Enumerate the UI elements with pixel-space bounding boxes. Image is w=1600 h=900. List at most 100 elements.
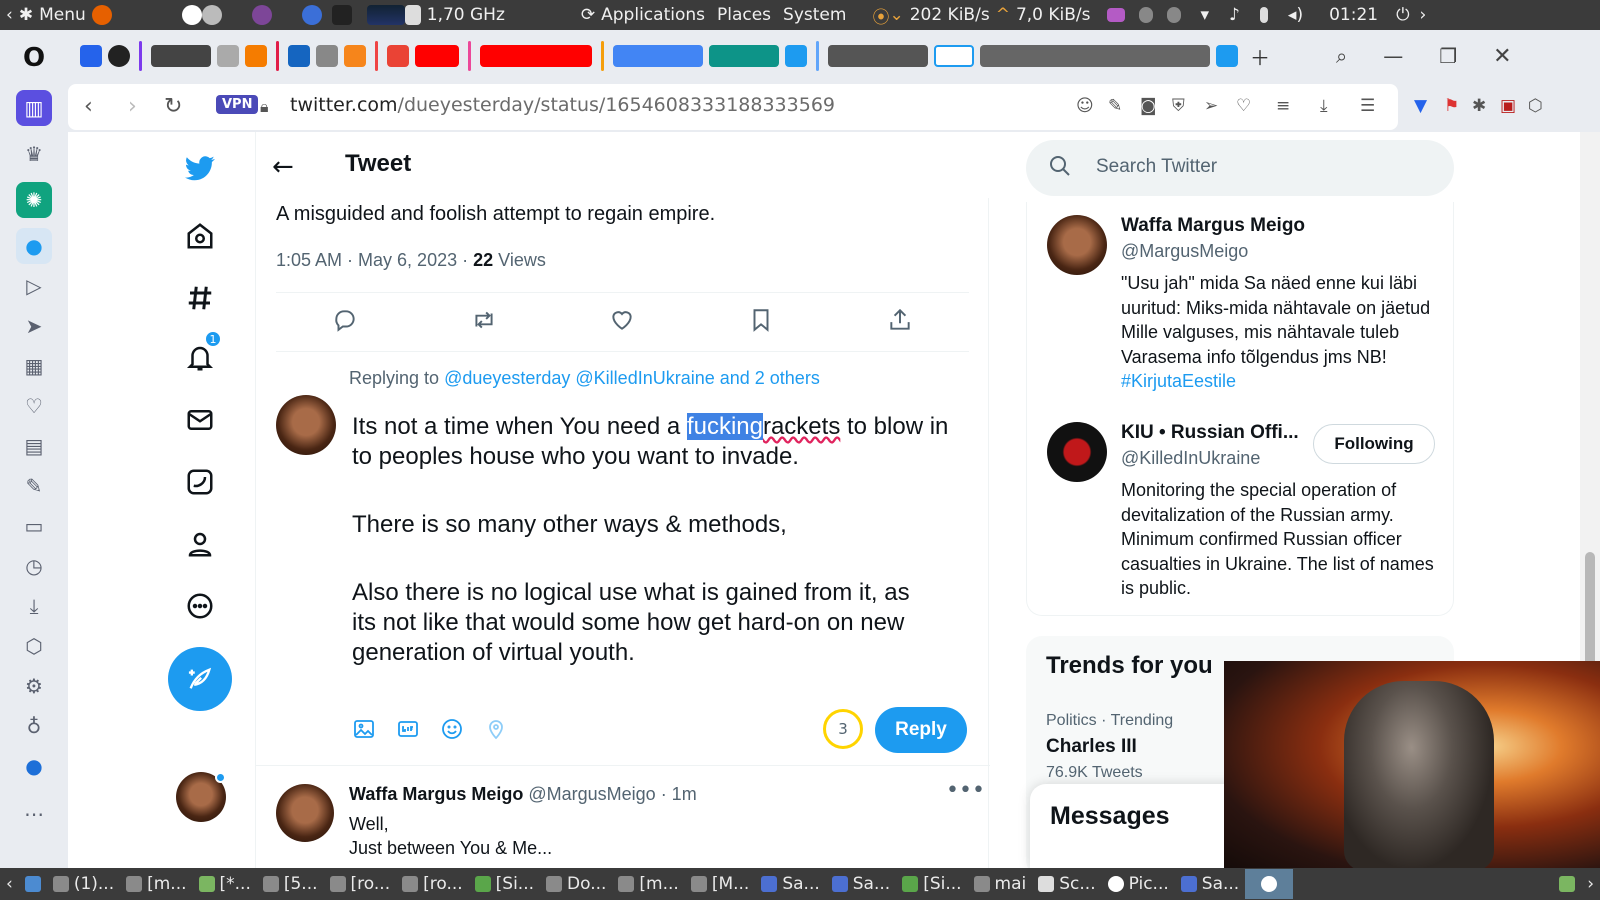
taskbar-item[interactable]: [m... xyxy=(612,869,684,899)
close-window-icon[interactable]: ✕ xyxy=(1493,44,1511,69)
add-location-button[interactable] xyxy=(484,717,508,745)
twitter-sidebar-icon[interactable]: ● xyxy=(16,228,52,264)
taskbar-item[interactable]: [Si... xyxy=(896,869,967,899)
tab-doc-icon[interactable] xyxy=(217,45,239,67)
person-name[interactable]: KIU • Russian Offi... xyxy=(1121,422,1299,444)
person-avatar[interactable] xyxy=(1047,422,1107,482)
tab-misc-icon[interactable] xyxy=(709,45,779,67)
back-arrow-icon[interactable]: ← xyxy=(272,152,294,182)
inkscape-launcher-icon[interactable] xyxy=(181,5,202,25)
tab-vivaldi-icon[interactable] xyxy=(80,45,102,67)
taskbar-item[interactable]: [m... xyxy=(120,869,192,899)
tab-nist-icon[interactable] xyxy=(151,45,211,67)
compose-tweet-button[interactable] xyxy=(168,647,232,711)
send-page-icon[interactable]: ➢ xyxy=(1204,96,1218,116)
forward-nav-icon[interactable]: › xyxy=(128,94,137,119)
messages-mail-icon[interactable] xyxy=(180,400,220,440)
cast-icon[interactable]: ▭ xyxy=(16,508,52,544)
reply-tweet-avatar[interactable] xyxy=(276,784,334,842)
downloads-icon[interactable]: ⤓ xyxy=(16,588,52,624)
tab-active-twitter-icon[interactable] xyxy=(934,45,974,67)
system-menu[interactable]: System xyxy=(777,5,852,25)
tab-github-icon[interactable] xyxy=(108,45,130,67)
twitter-blue-icon[interactable] xyxy=(180,462,220,502)
tab-gmail-icon[interactable] xyxy=(387,45,409,67)
taskbar-item[interactable]: Sc... xyxy=(1032,869,1101,899)
extension-puzzle-icon[interactable]: ✱ xyxy=(1472,96,1486,116)
taskbar-item[interactable]: (1)... xyxy=(47,869,120,899)
tab-google-icon[interactable] xyxy=(613,45,703,67)
reload-icon[interactable]: ↻ xyxy=(164,94,182,119)
tab-misc-icon[interactable] xyxy=(828,45,928,67)
taskbar-item[interactable]: Sa... xyxy=(826,869,896,899)
taskbar-item[interactable]: [Si... xyxy=(469,869,540,899)
easy-setup-icon[interactable]: ☰ xyxy=(1360,96,1375,116)
ai-crown-icon[interactable]: ♛ xyxy=(16,136,52,172)
reply-tweet-time[interactable]: · 1m xyxy=(656,784,697,804)
volume-icon[interactable]: ◂) xyxy=(1288,5,1303,25)
reply-tweet[interactable]: Waffa Margus Meigo @MargusMeigo · 1m •••… xyxy=(256,765,990,868)
person-avatar[interactable] xyxy=(1047,215,1107,275)
taskbar-item-active[interactable] xyxy=(1245,869,1294,899)
draft-misspelled-word[interactable]: rackets xyxy=(763,413,840,440)
chatgpt-icon[interactable]: ✺ xyxy=(16,182,52,218)
emoji-icon[interactable]: ☺ xyxy=(1076,96,1094,116)
tab-twitter-icon[interactable] xyxy=(1216,45,1238,67)
opera-launcher-icon[interactable] xyxy=(301,5,322,25)
opera-logo-icon[interactable]: O xyxy=(16,40,52,76)
notifications-bell-icon[interactable]: 1 xyxy=(180,330,222,378)
like-action[interactable] xyxy=(609,307,635,337)
news-icon[interactable]: ▤ xyxy=(16,428,52,464)
battery-icon[interactable] xyxy=(1259,7,1268,23)
taskbar-item[interactable]: [ro... xyxy=(396,869,469,899)
firefox-launcher-icon[interactable] xyxy=(91,5,112,25)
trend-name[interactable]: Charles III xyxy=(1046,736,1137,758)
menu-button[interactable]: ‹ ✱ Menu xyxy=(0,5,92,25)
history-icon[interactable]: ◷ xyxy=(16,548,52,584)
twitter-logo-icon[interactable] xyxy=(180,148,220,188)
person-card-kiu[interactable]: KIU • Russian Offi... @KilledInUkraine F… xyxy=(1047,422,1447,612)
tray-icon-a[interactable] xyxy=(1138,7,1153,23)
more-options-icon[interactable]: ••• xyxy=(946,778,985,803)
lightbulb-icon[interactable]: ♁ xyxy=(16,708,52,744)
extensions-cube-icon[interactable]: ⬡ xyxy=(16,628,52,664)
reply-submit-button[interactable]: Reply xyxy=(875,707,967,753)
applications-menu[interactable]: Applications xyxy=(595,5,711,25)
edit-page-icon[interactable]: ✎ xyxy=(1108,96,1122,116)
more-circle-icon[interactable] xyxy=(180,586,220,626)
places-menu[interactable]: Places xyxy=(711,5,777,25)
extension-cube-icon[interactable]: ⬡ xyxy=(1528,96,1543,116)
tab-stack-icon[interactable] xyxy=(288,45,310,67)
shield-icon[interactable]: ⛨ xyxy=(1172,96,1185,116)
following-button[interactable]: Following xyxy=(1313,424,1435,464)
vpn-badge[interactable]: VPN xyxy=(216,95,259,114)
player-icon[interactable]: ▷ xyxy=(16,268,52,304)
reader-icon[interactable]: ▥ xyxy=(16,90,52,126)
restore-icon[interactable]: ❐ xyxy=(1439,44,1457,68)
new-tab-icon[interactable]: ＋ xyxy=(1250,42,1270,71)
reply-tweet-handle[interactable]: @MargusMeigo xyxy=(528,784,655,804)
settings-launcher-icon[interactable] xyxy=(201,5,222,25)
tab-youtube-icon[interactable] xyxy=(415,45,459,67)
heart-icon[interactable]: ♡ xyxy=(16,388,52,424)
retweet-action[interactable] xyxy=(471,307,497,337)
minimize-icon[interactable]: — xyxy=(1383,44,1403,68)
edit-icon[interactable]: ✎ xyxy=(16,468,52,504)
replying-to-links[interactable]: @dueyesterday @KilledInUkraine and 2 oth… xyxy=(444,368,820,388)
taskbar-item[interactable]: mai xyxy=(968,869,1033,899)
composer-avatar[interactable] xyxy=(276,395,336,455)
reply-action[interactable] xyxy=(332,307,358,337)
lock-icon[interactable]: 🔒︎ xyxy=(260,97,269,117)
picture-viewer-overlay[interactable] xyxy=(1224,661,1600,874)
tab-blogger-icon[interactable] xyxy=(245,45,267,67)
show-desktop-icon[interactable] xyxy=(19,869,47,899)
media-tray-icon[interactable] xyxy=(1106,8,1125,22)
profile-person-icon[interactable] xyxy=(180,524,220,564)
tab-search-icon[interactable]: ⌕ xyxy=(1336,44,1347,68)
trash-icon[interactable] xyxy=(1553,869,1581,899)
taskbar-item[interactable]: [*... xyxy=(193,869,257,899)
power-icon[interactable]: ⏻ xyxy=(1396,5,1409,25)
taskbar-item[interactable]: Do... xyxy=(540,869,612,899)
add-gif-button[interactable] xyxy=(396,717,420,745)
apps-grid-icon[interactable]: ▦ xyxy=(16,348,52,384)
